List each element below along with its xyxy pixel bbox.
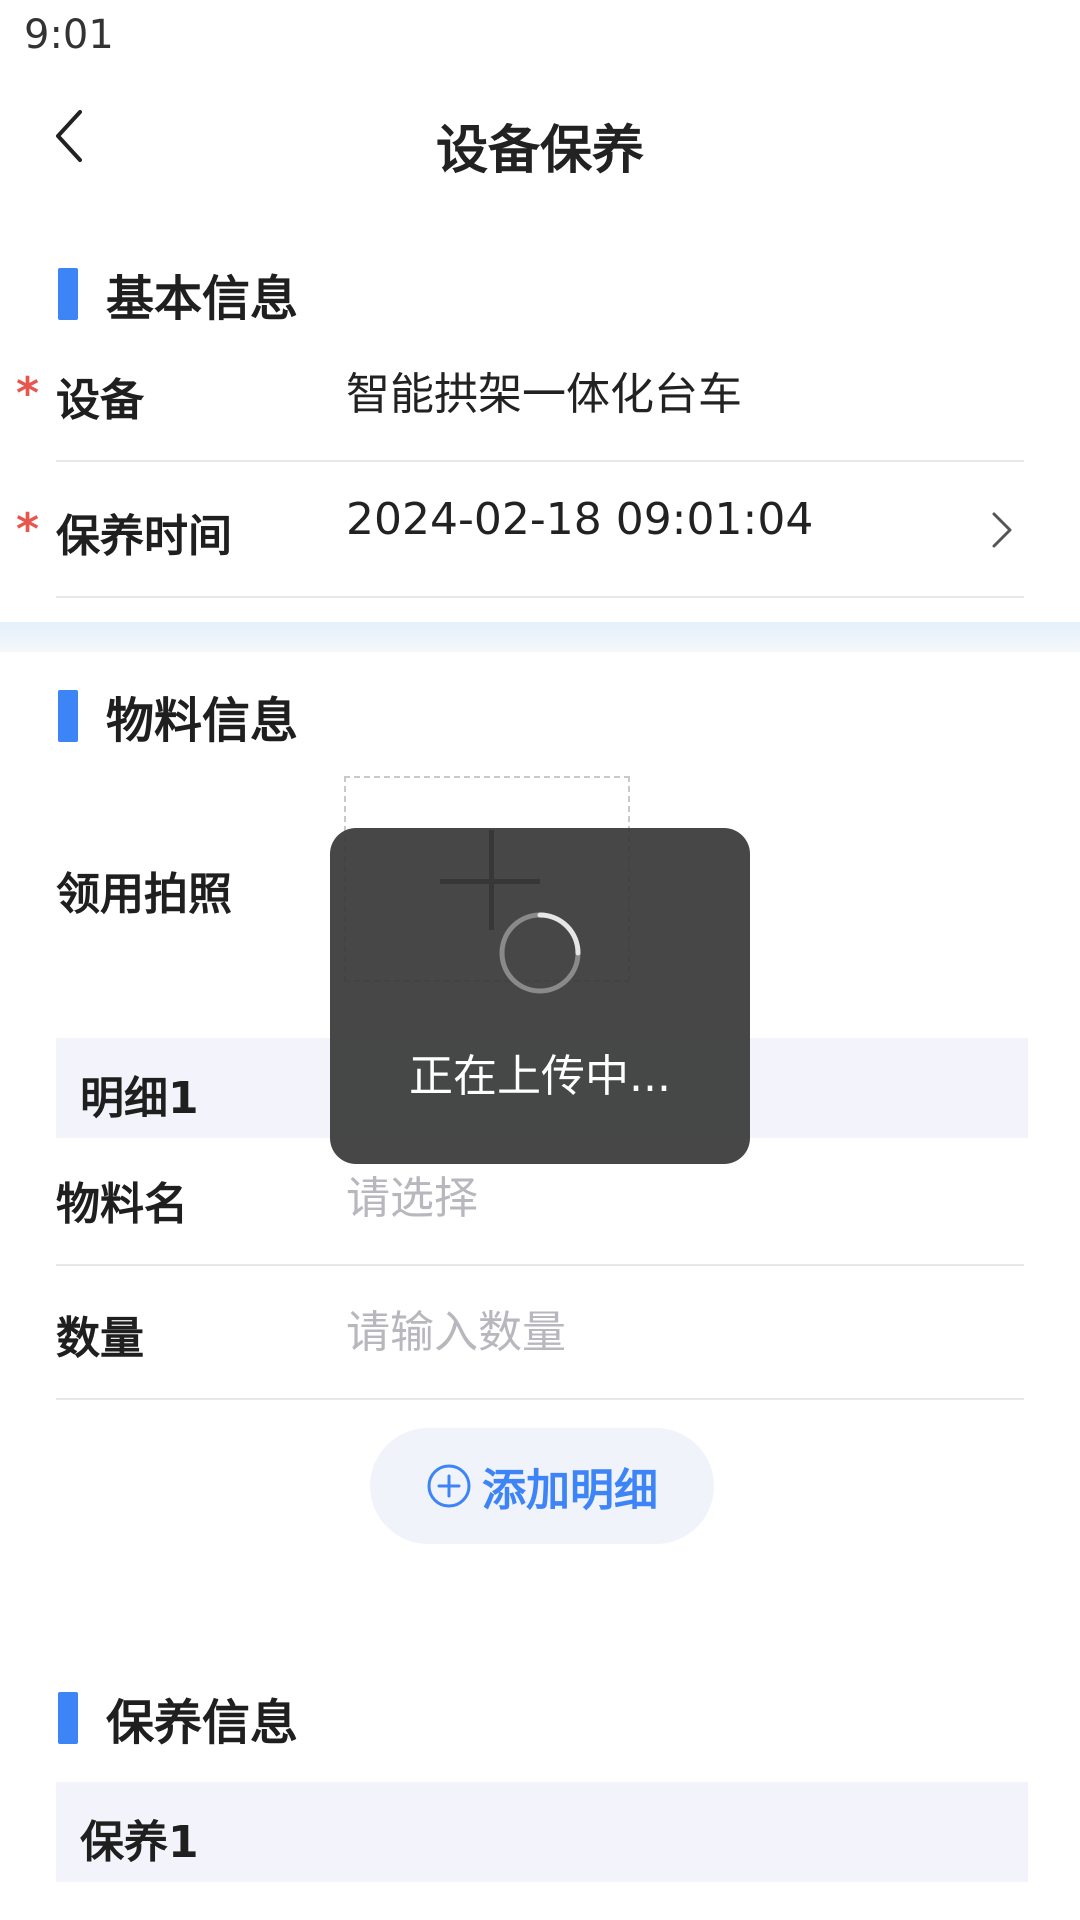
section-maintenance-info: 保养信息 (58, 1692, 298, 1751)
loading-toast: 正在上传中... (330, 828, 750, 1164)
add-detail-label: 添加明细 (482, 1465, 658, 1516)
chevron-right-icon (992, 512, 1012, 548)
photo-label: 领用拍照 (56, 869, 232, 920)
material-name-placeholder: 请选择 (346, 1173, 478, 1224)
add-detail-button[interactable]: 添加明细 (370, 1428, 714, 1544)
page-title: 设备保养 (435, 121, 644, 181)
device-field: * 设备 智能拱架一体化台车 (16, 330, 1024, 462)
section-material-info: 物料信息 (58, 690, 298, 749)
maintenance-time-value: 2024-02-18 09:01:04 (346, 494, 814, 545)
section-title: 保养信息 (106, 1695, 299, 1751)
section-accent-bar (58, 268, 78, 320)
detail-title: 明细1 (80, 1073, 199, 1124)
section-title: 基本信息 (106, 271, 299, 327)
quantity-input[interactable]: 请输入数量 (346, 1296, 566, 1360)
plus-circle-icon (427, 1464, 471, 1508)
section-title: 物料信息 (106, 693, 299, 749)
maintenance-time-field[interactable]: * 保养时间 2024-02-18 09:01:04 (16, 466, 1024, 598)
section-divider (0, 622, 1080, 652)
required-asterisk: * (16, 368, 40, 419)
required-asterisk: * (16, 504, 40, 555)
device-value: 智能拱架一体化台车 (346, 369, 742, 420)
section-accent-bar (58, 1692, 78, 1744)
field-label: 保养时间 (56, 511, 232, 562)
status-time: 9:01 (24, 12, 114, 58)
quantity-field[interactable]: 数量 请输入数量 (56, 1268, 1024, 1400)
field-label: 数量 (56, 1313, 144, 1364)
toast-message: 正在上传中... (409, 1051, 671, 1102)
maintenance-group-header: 保养1 (56, 1782, 1028, 1882)
section-basic-info: 基本信息 (58, 268, 298, 327)
section-accent-bar (58, 690, 78, 742)
maintenance-group-title: 保养1 (80, 1817, 199, 1868)
field-label: 物料名 (56, 1179, 188, 1230)
loading-spinner-icon (499, 912, 581, 994)
field-label: 设备 (56, 375, 144, 426)
